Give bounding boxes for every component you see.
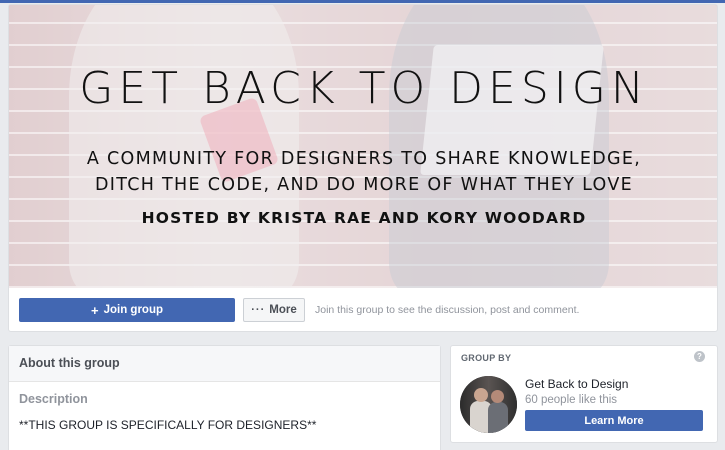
learn-more-button[interactable]: Learn More [525,410,703,431]
join-group-button[interactable]: + Join group [19,298,235,322]
about-group-card: About this group Description **THIS GROU… [8,345,441,450]
plus-icon: + [90,302,99,318]
description-text: **THIS GROUP IS SPECIFICALLY FOR DESIGNE… [19,418,317,432]
cover-photo: GET BACK TO DESIGN A COMMUNITY FOR DESIG… [9,5,717,288]
about-header: About this group [9,346,440,382]
question-icon[interactable]: ? [694,351,705,362]
top-accent-bar [0,0,725,3]
page-likes-count: 60 people like this [525,394,618,406]
join-group-label: Join group [103,304,163,316]
group-cover-card: GET BACK TO DESIGN A COMMUNITY FOR DESIG… [8,4,718,332]
join-hint-text: Join this group to see the discussion, p… [315,304,580,316]
group-action-bar: + Join group ··· More Join this group to… [9,288,717,331]
cover-subtitle: A COMMUNITY FOR DESIGNERS TO SHARE KNOWL… [9,146,717,198]
cover-subtitle-line2: DITCH THE CODE, AND DO MORE OF WHAT THEY… [95,175,633,195]
group-by-label: GROUP BY [461,353,512,363]
cover-hosts: HOSTED BY KRISTA RAE AND KORY WOODARD [141,209,587,227]
cover-subtitle-line1: A COMMUNITY FOR DESIGNERS TO SHARE KNOWL… [86,149,642,169]
more-button[interactable]: ··· More [243,298,305,322]
page-avatar[interactable] [460,376,517,433]
page-name-link[interactable]: Get Back to Design [525,377,628,391]
group-by-card: GROUP BY ? Get Back to Design 60 people … [450,345,718,443]
description-label: Description [19,392,88,406]
cover-title: GET BACK TO DESIGN [79,63,649,114]
ellipsis-icon: ··· [251,304,266,316]
more-label: More [269,304,297,316]
